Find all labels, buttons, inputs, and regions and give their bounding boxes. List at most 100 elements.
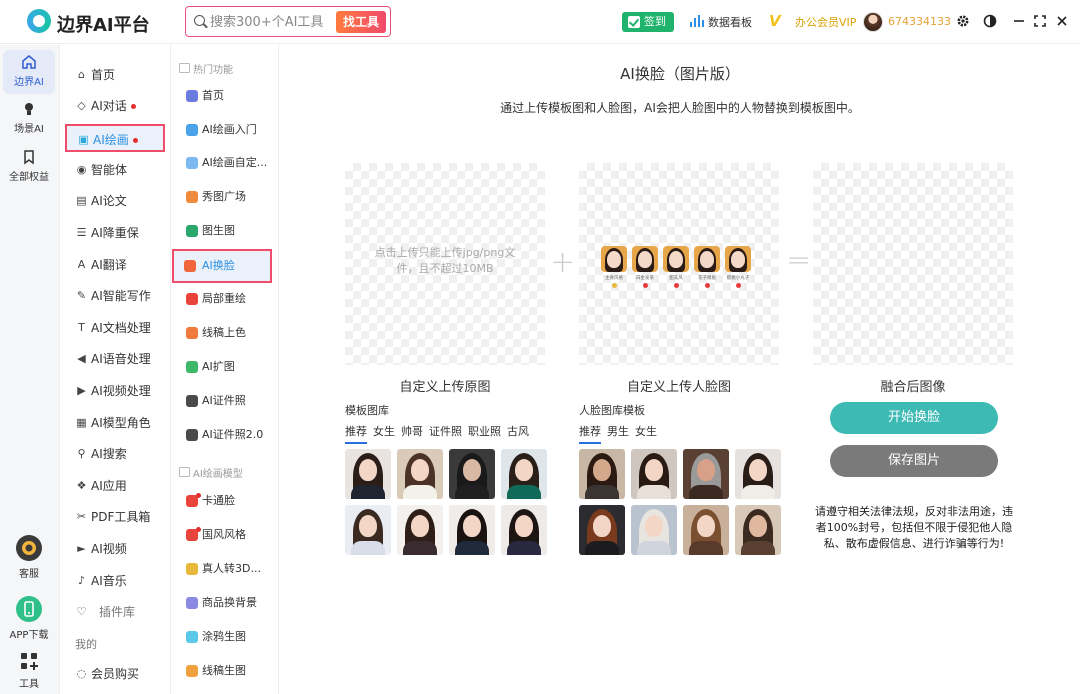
- menu-item-8[interactable]: T AI文档处理: [75, 318, 151, 338]
- portrait-thumbnail[interactable]: [683, 505, 729, 555]
- lib-tab-4[interactable]: 职业照: [468, 423, 501, 439]
- face-style-sample[interactable]: 花子模板: [694, 246, 720, 292]
- menu-item-10[interactable]: ▶ AI视频处理: [75, 381, 150, 401]
- maximize-icon[interactable]: [1033, 14, 1047, 28]
- rail-item-scene[interactable]: 场景AI: [3, 97, 55, 141]
- rail-item-home[interactable]: 边界AI: [3, 50, 55, 94]
- portrait-thumbnail[interactable]: [579, 505, 625, 555]
- menu-item-11[interactable]: ▦ AI模型角色: [75, 413, 150, 433]
- rail-item-app-download[interactable]: APP下载: [0, 596, 58, 641]
- search-input[interactable]: [210, 13, 330, 31]
- menu-item-9[interactable]: ◀ AI语音处理: [75, 349, 150, 369]
- menu-item-3[interactable]: ◉ 智能体: [75, 160, 127, 180]
- model-item-label: 涂鸦生图: [202, 630, 246, 643]
- start-swap-button[interactable]: 开始换脸: [830, 402, 998, 434]
- lib-tab-1[interactable]: 男生: [607, 423, 629, 439]
- search-button[interactable]: 找工具: [336, 11, 386, 33]
- menu-item-15[interactable]: ► AI视频: [75, 539, 126, 559]
- model-item-2[interactable]: 真人转3D...: [186, 559, 261, 579]
- menu-item-14[interactable]: ✂ PDF工具箱: [75, 507, 151, 527]
- rail-item-service[interactable]: 客服: [0, 535, 58, 580]
- submenu-item-7[interactable]: 线稿上色: [186, 323, 246, 343]
- submenu-item-10[interactable]: AI证件照2.0: [186, 425, 263, 445]
- portrait-thumbnail[interactable]: [501, 449, 547, 499]
- dashboard-link[interactable]: 数据看板: [690, 14, 752, 30]
- upload-original-panel[interactable]: 点击上传只能上传jpg/png文件，且不超过10MB: [345, 163, 545, 365]
- submenu-item-3[interactable]: 秀图广场: [186, 187, 246, 207]
- submenu-item-6[interactable]: 局部重绘: [186, 289, 246, 309]
- avatar[interactable]: [863, 12, 883, 32]
- lib-tab-1[interactable]: 女生: [373, 423, 395, 439]
- menu-item-label: AI绘画: [93, 133, 129, 147]
- submenu-item-2[interactable]: AI绘画自定...: [186, 153, 267, 173]
- portrait-thumbnail[interactable]: [735, 505, 781, 555]
- menu-item-12[interactable]: ⚲ AI搜索: [75, 444, 126, 464]
- rail-item-tools[interactable]: 工具: [0, 651, 58, 690]
- menu-item-6[interactable]: A AI翻译: [75, 255, 127, 275]
- submenu-item-4[interactable]: 图生图: [186, 221, 235, 241]
- lib-tab-0[interactable]: 推荐: [579, 423, 601, 444]
- menu-item-icon: ◉: [76, 163, 87, 176]
- rail-item-benefits[interactable]: 全部权益: [3, 145, 55, 189]
- submenu-item-1[interactable]: AI绘画入门: [186, 120, 257, 140]
- feature-icon: [186, 225, 198, 237]
- menu-item-0[interactable]: ⌂ 首页: [75, 65, 115, 85]
- menu-item-purchase[interactable]: ◌ 会员购买: [75, 664, 139, 684]
- model-item-3[interactable]: 商品换背景: [186, 593, 257, 613]
- face-style-sample[interactable]: 樱桃小丸子: [725, 246, 751, 292]
- portrait-thumbnail[interactable]: [683, 449, 729, 499]
- menu-item-7[interactable]: ✎ AI智能写作: [75, 286, 151, 306]
- close-icon[interactable]: [1055, 14, 1069, 28]
- submenu-item-9[interactable]: AI证件照: [186, 391, 246, 411]
- grid-icon: [19, 651, 39, 671]
- vip-link[interactable]: V 办公会员VIP: [769, 12, 856, 30]
- upload-face-panel[interactable]: 主要风格 白金发系 甜美风 花子模板 樱桃小丸子: [579, 163, 779, 365]
- portrait-thumbnail[interactable]: [631, 449, 677, 499]
- label-face: 自定义上传人脸图: [626, 380, 731, 395]
- portrait-thumbnail[interactable]: [345, 449, 391, 499]
- menu-item-4[interactable]: ▤ AI论文: [75, 191, 126, 211]
- model-item-1[interactable]: 国风风格: [186, 525, 246, 545]
- portrait-part: [351, 485, 385, 499]
- menu-item-17[interactable]: ♡ 插件库: [75, 602, 135, 622]
- signin-button[interactable]: 签到: [622, 12, 674, 32]
- portrait-thumbnail[interactable]: [397, 505, 443, 555]
- portrait-thumbnail[interactable]: [449, 449, 495, 499]
- model-item-5[interactable]: 线稿生图: [186, 661, 246, 681]
- menu-item-icon: ▶: [77, 384, 86, 397]
- menu-item-5[interactable]: ☰ AI降重保: [75, 223, 139, 243]
- face-style-sample[interactable]: 主要风格: [601, 246, 627, 292]
- search-box[interactable]: 找工具: [185, 6, 391, 37]
- gear-icon[interactable]: [956, 14, 970, 28]
- lib-tab-3[interactable]: 证件照: [429, 423, 462, 439]
- theme-toggle-icon[interactable]: [983, 14, 997, 28]
- portrait-thumbnail[interactable]: [501, 505, 547, 555]
- menu-item-1[interactable]: ◇ AI对话: [75, 96, 136, 116]
- submenu-item-8[interactable]: AI扩图: [186, 357, 235, 377]
- portrait-thumbnail[interactable]: [579, 449, 625, 499]
- submenu-item-5[interactable]: AI换脸: [172, 249, 272, 283]
- model-item-0[interactable]: 卡通脸: [186, 491, 235, 511]
- menu-item-2[interactable]: ▣ AI绘画: [65, 124, 165, 152]
- lib-tab-0[interactable]: 推荐: [345, 423, 367, 444]
- user-id[interactable]: 674334133: [888, 15, 951, 28]
- portrait-thumbnail[interactable]: [397, 449, 443, 499]
- lib-tab-2[interactable]: 帅哥: [401, 423, 423, 439]
- lib-tab-2[interactable]: 女生: [635, 423, 657, 439]
- portrait-thumbnail[interactable]: [631, 505, 677, 555]
- minimize-icon[interactable]: [1012, 14, 1026, 28]
- menu-item-label: 插件库: [99, 605, 136, 619]
- portrait-thumbnail[interactable]: [449, 505, 495, 555]
- face-style-sample[interactable]: 白金发系: [632, 246, 658, 292]
- menu-item-16[interactable]: ♪ AI音乐: [75, 571, 127, 591]
- save-image-button[interactable]: 保存图片: [830, 445, 998, 477]
- portrait-thumbnail[interactable]: [735, 449, 781, 499]
- select-dot: [642, 283, 648, 288]
- face-style-label: 花子模板: [697, 275, 716, 281]
- face-style-sample[interactable]: 甜美风: [663, 246, 689, 292]
- portrait-thumbnail[interactable]: [345, 505, 391, 555]
- lib-tab-5[interactable]: 古风: [507, 423, 529, 439]
- submenu-item-0[interactable]: 首页: [186, 86, 224, 106]
- model-item-4[interactable]: 涂鸦生图: [186, 627, 246, 647]
- menu-item-13[interactable]: ❖ AI应用: [75, 476, 127, 496]
